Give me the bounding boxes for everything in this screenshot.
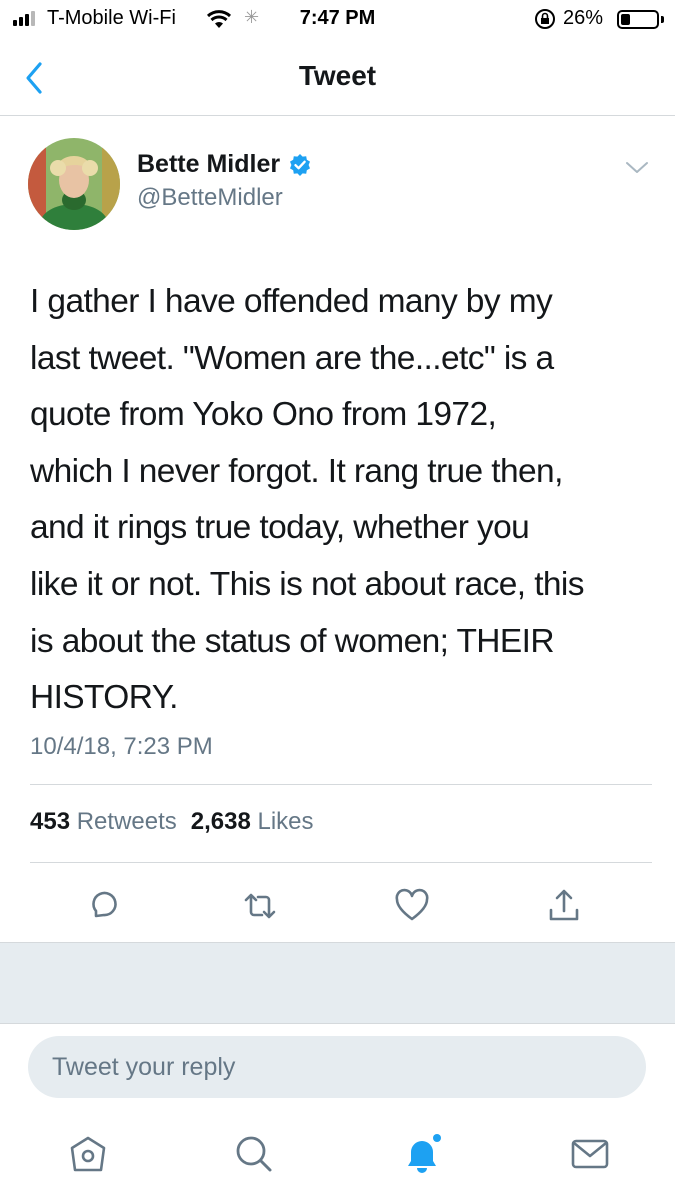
tab-bar xyxy=(0,1120,675,1200)
verified-badge-icon xyxy=(290,153,311,176)
notifications-icon[interactable] xyxy=(400,1132,444,1176)
battery-percent: 26% xyxy=(563,7,604,29)
status-bar: T-Mobile Wi-Fi ✳ 7:47 PM 26% xyxy=(0,0,675,40)
replies-separator xyxy=(0,942,675,1024)
navigation-bar: Tweet xyxy=(0,40,675,116)
share-icon[interactable] xyxy=(544,886,584,926)
likes-stat[interactable]: 2,638 Likes xyxy=(191,808,314,836)
chevron-down-icon[interactable] xyxy=(624,160,650,176)
tweet-timestamp: 10/4/18, 7:23 PM xyxy=(30,733,213,760)
author-handle[interactable]: @BetteMidler xyxy=(137,184,283,212)
messages-icon[interactable] xyxy=(568,1132,612,1176)
search-icon[interactable] xyxy=(232,1132,276,1176)
reply-input[interactable]: Tweet your reply xyxy=(28,1036,646,1098)
avatar[interactable] xyxy=(28,138,120,230)
likes-label: Likes xyxy=(257,808,314,835)
author-name[interactable]: Bette Midler xyxy=(137,150,280,179)
reply-placeholder: Tweet your reply xyxy=(52,1053,236,1081)
page-title: Tweet xyxy=(298,60,377,91)
engagement-stats: 453 Retweets 2,638 Likes xyxy=(30,808,314,836)
home-icon[interactable] xyxy=(66,1132,110,1176)
retweets-label: Retweets xyxy=(76,808,177,835)
like-icon[interactable] xyxy=(392,886,432,926)
likes-count: 2,638 xyxy=(190,808,251,835)
battery-icon xyxy=(617,10,659,29)
reply-icon[interactable] xyxy=(84,886,124,926)
orientation-lock-icon xyxy=(535,9,555,29)
divider xyxy=(30,784,652,785)
retweet-icon[interactable] xyxy=(240,886,280,926)
battery-cap xyxy=(661,16,664,23)
tweet-text: I gather I have offended many by my last… xyxy=(30,283,585,717)
author-name-row[interactable]: Bette Midler xyxy=(137,150,312,179)
retweets-stat[interactable]: 453 Retweets xyxy=(30,808,177,836)
retweets-count: 453 xyxy=(30,808,71,835)
tweet-actions xyxy=(0,876,675,936)
divider xyxy=(30,862,652,863)
